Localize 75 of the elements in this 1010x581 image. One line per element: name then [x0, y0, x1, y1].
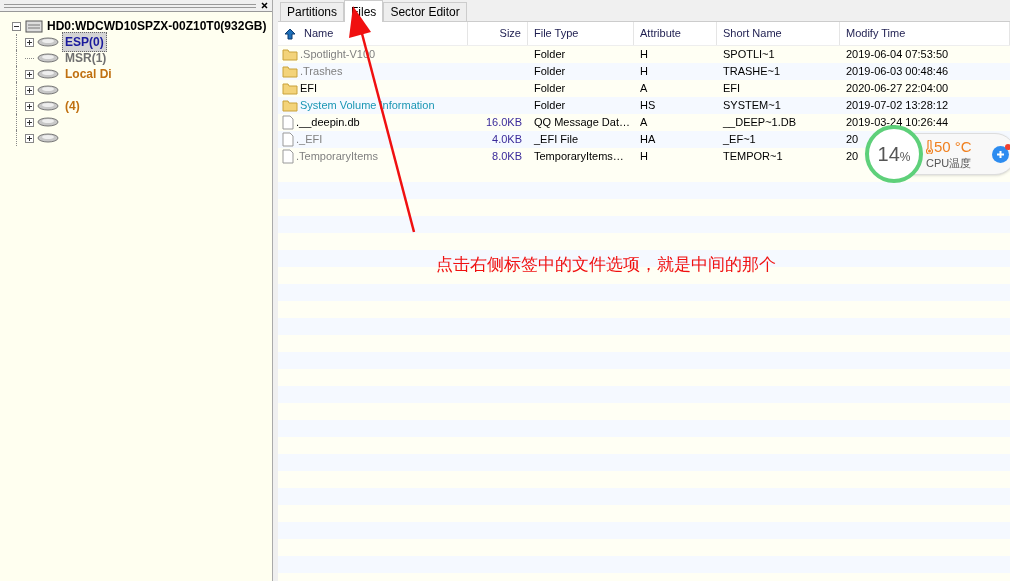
disk-icon	[37, 101, 59, 111]
disk-icon	[37, 53, 59, 63]
table-cell-text: H	[639, 47, 649, 63]
disk-icon	[37, 85, 59, 95]
close-icon[interactable]	[260, 1, 268, 10]
expand-icon[interactable]	[25, 101, 34, 111]
table-cell-text: TemporaryItems…	[533, 149, 625, 165]
table-cell-text: HA	[639, 132, 657, 148]
table-cell-text: __DEEP~1.DB	[722, 115, 798, 131]
table-cell: 4.0KB	[492, 133, 522, 146]
table-cell: 2019-06-04 07:53:50	[846, 48, 949, 61]
table-cell-text: A	[639, 81, 649, 97]
table-cell: 20	[846, 133, 859, 146]
expand-icon[interactable]	[25, 133, 34, 143]
expand-icon[interactable]	[25, 117, 34, 127]
table-cell-text: H	[639, 149, 649, 165]
column-header[interactable]: Modify Time	[846, 25, 906, 42]
table-cell-text: QQ Message Dat…	[533, 115, 631, 131]
thermometer-icon	[926, 140, 933, 155]
folder-icon	[282, 65, 298, 78]
tree-item[interactable]: ESP(0)	[62, 32, 107, 52]
temperature-reading: 50 °C	[934, 137, 972, 157]
tree-item[interactable]: HD0:WDCWD10SPZX-00Z10T0(932GB)	[47, 17, 267, 35]
folder-icon	[282, 48, 298, 61]
file-name[interactable]: .Trashes	[300, 63, 343, 80]
up-arrow-icon[interactable]	[284, 27, 296, 40]
tree-item[interactable]: (4)	[62, 96, 83, 116]
file-name[interactable]: .__deepin.db	[296, 114, 360, 131]
cpu-label: CPU温度	[926, 156, 972, 171]
hard-drive-icon	[25, 19, 43, 33]
table-cell-text: EFI	[722, 81, 742, 97]
table-cell: 2019-03-24 10:26:44	[846, 116, 949, 129]
disk-icon	[37, 133, 59, 143]
table-cell-text: Folder	[533, 98, 567, 114]
table-cell-text: TRASHE~1	[722, 64, 782, 80]
table-cell: 2020-06-27 22:04:00	[846, 82, 949, 95]
table-cell-text: HS	[639, 98, 657, 114]
folder-icon	[282, 99, 298, 112]
disk-icon	[37, 117, 59, 127]
column-header[interactable]: Name	[304, 25, 334, 42]
file-name[interactable]: EFI	[300, 80, 318, 97]
column-header[interactable]: Size	[499, 25, 521, 42]
table-cell-text: SYSTEM~1	[722, 98, 782, 114]
tab[interactable]: Partitions	[280, 2, 345, 21]
table-cell: 16.0KB	[485, 116, 522, 129]
table-cell-text: A	[639, 115, 649, 131]
table-cell-text: H	[639, 64, 649, 80]
file-name[interactable]: ._EFI	[296, 131, 323, 148]
folder-icon	[282, 82, 298, 95]
table-cell: 2019-07-02 13:28:12	[846, 99, 949, 112]
expand-icon[interactable]	[25, 85, 34, 95]
column-header[interactable]: Attribute	[640, 25, 681, 42]
table-cell-text: SPOTLI~1	[722, 47, 776, 63]
plus-icon	[996, 149, 1005, 159]
table-cell-text: Folder	[533, 47, 567, 63]
table-cell: 20	[846, 150, 859, 163]
disk-icon	[37, 69, 59, 79]
table-cell: 8.0KB	[492, 150, 522, 163]
annotation-text: 点击右侧标签中的文件选项，就是中间的那个	[436, 254, 776, 276]
add-button[interactable]	[992, 145, 1009, 163]
cpu-usage: 14%	[877, 142, 911, 167]
table-cell-text: _EF~1	[722, 132, 757, 148]
collapse-icon[interactable]	[12, 21, 21, 31]
expand-icon[interactable]	[25, 37, 34, 47]
table-cell-text: _EFI File	[533, 132, 579, 148]
tab[interactable]: Sector Editor	[383, 2, 467, 21]
table-cell-text: Folder	[533, 64, 567, 80]
column-header[interactable]: Short Name	[723, 25, 782, 42]
expand-icon[interactable]	[25, 69, 34, 79]
table-cell-text: Folder	[533, 81, 567, 97]
disk-icon	[37, 37, 59, 47]
table-cell-text: TEMPOR~1	[722, 149, 784, 165]
table-cell: 2019-06-03 00:48:46	[846, 65, 949, 78]
file-name[interactable]: .TemporaryItems	[296, 148, 378, 165]
column-header[interactable]: File Type	[534, 25, 579, 42]
